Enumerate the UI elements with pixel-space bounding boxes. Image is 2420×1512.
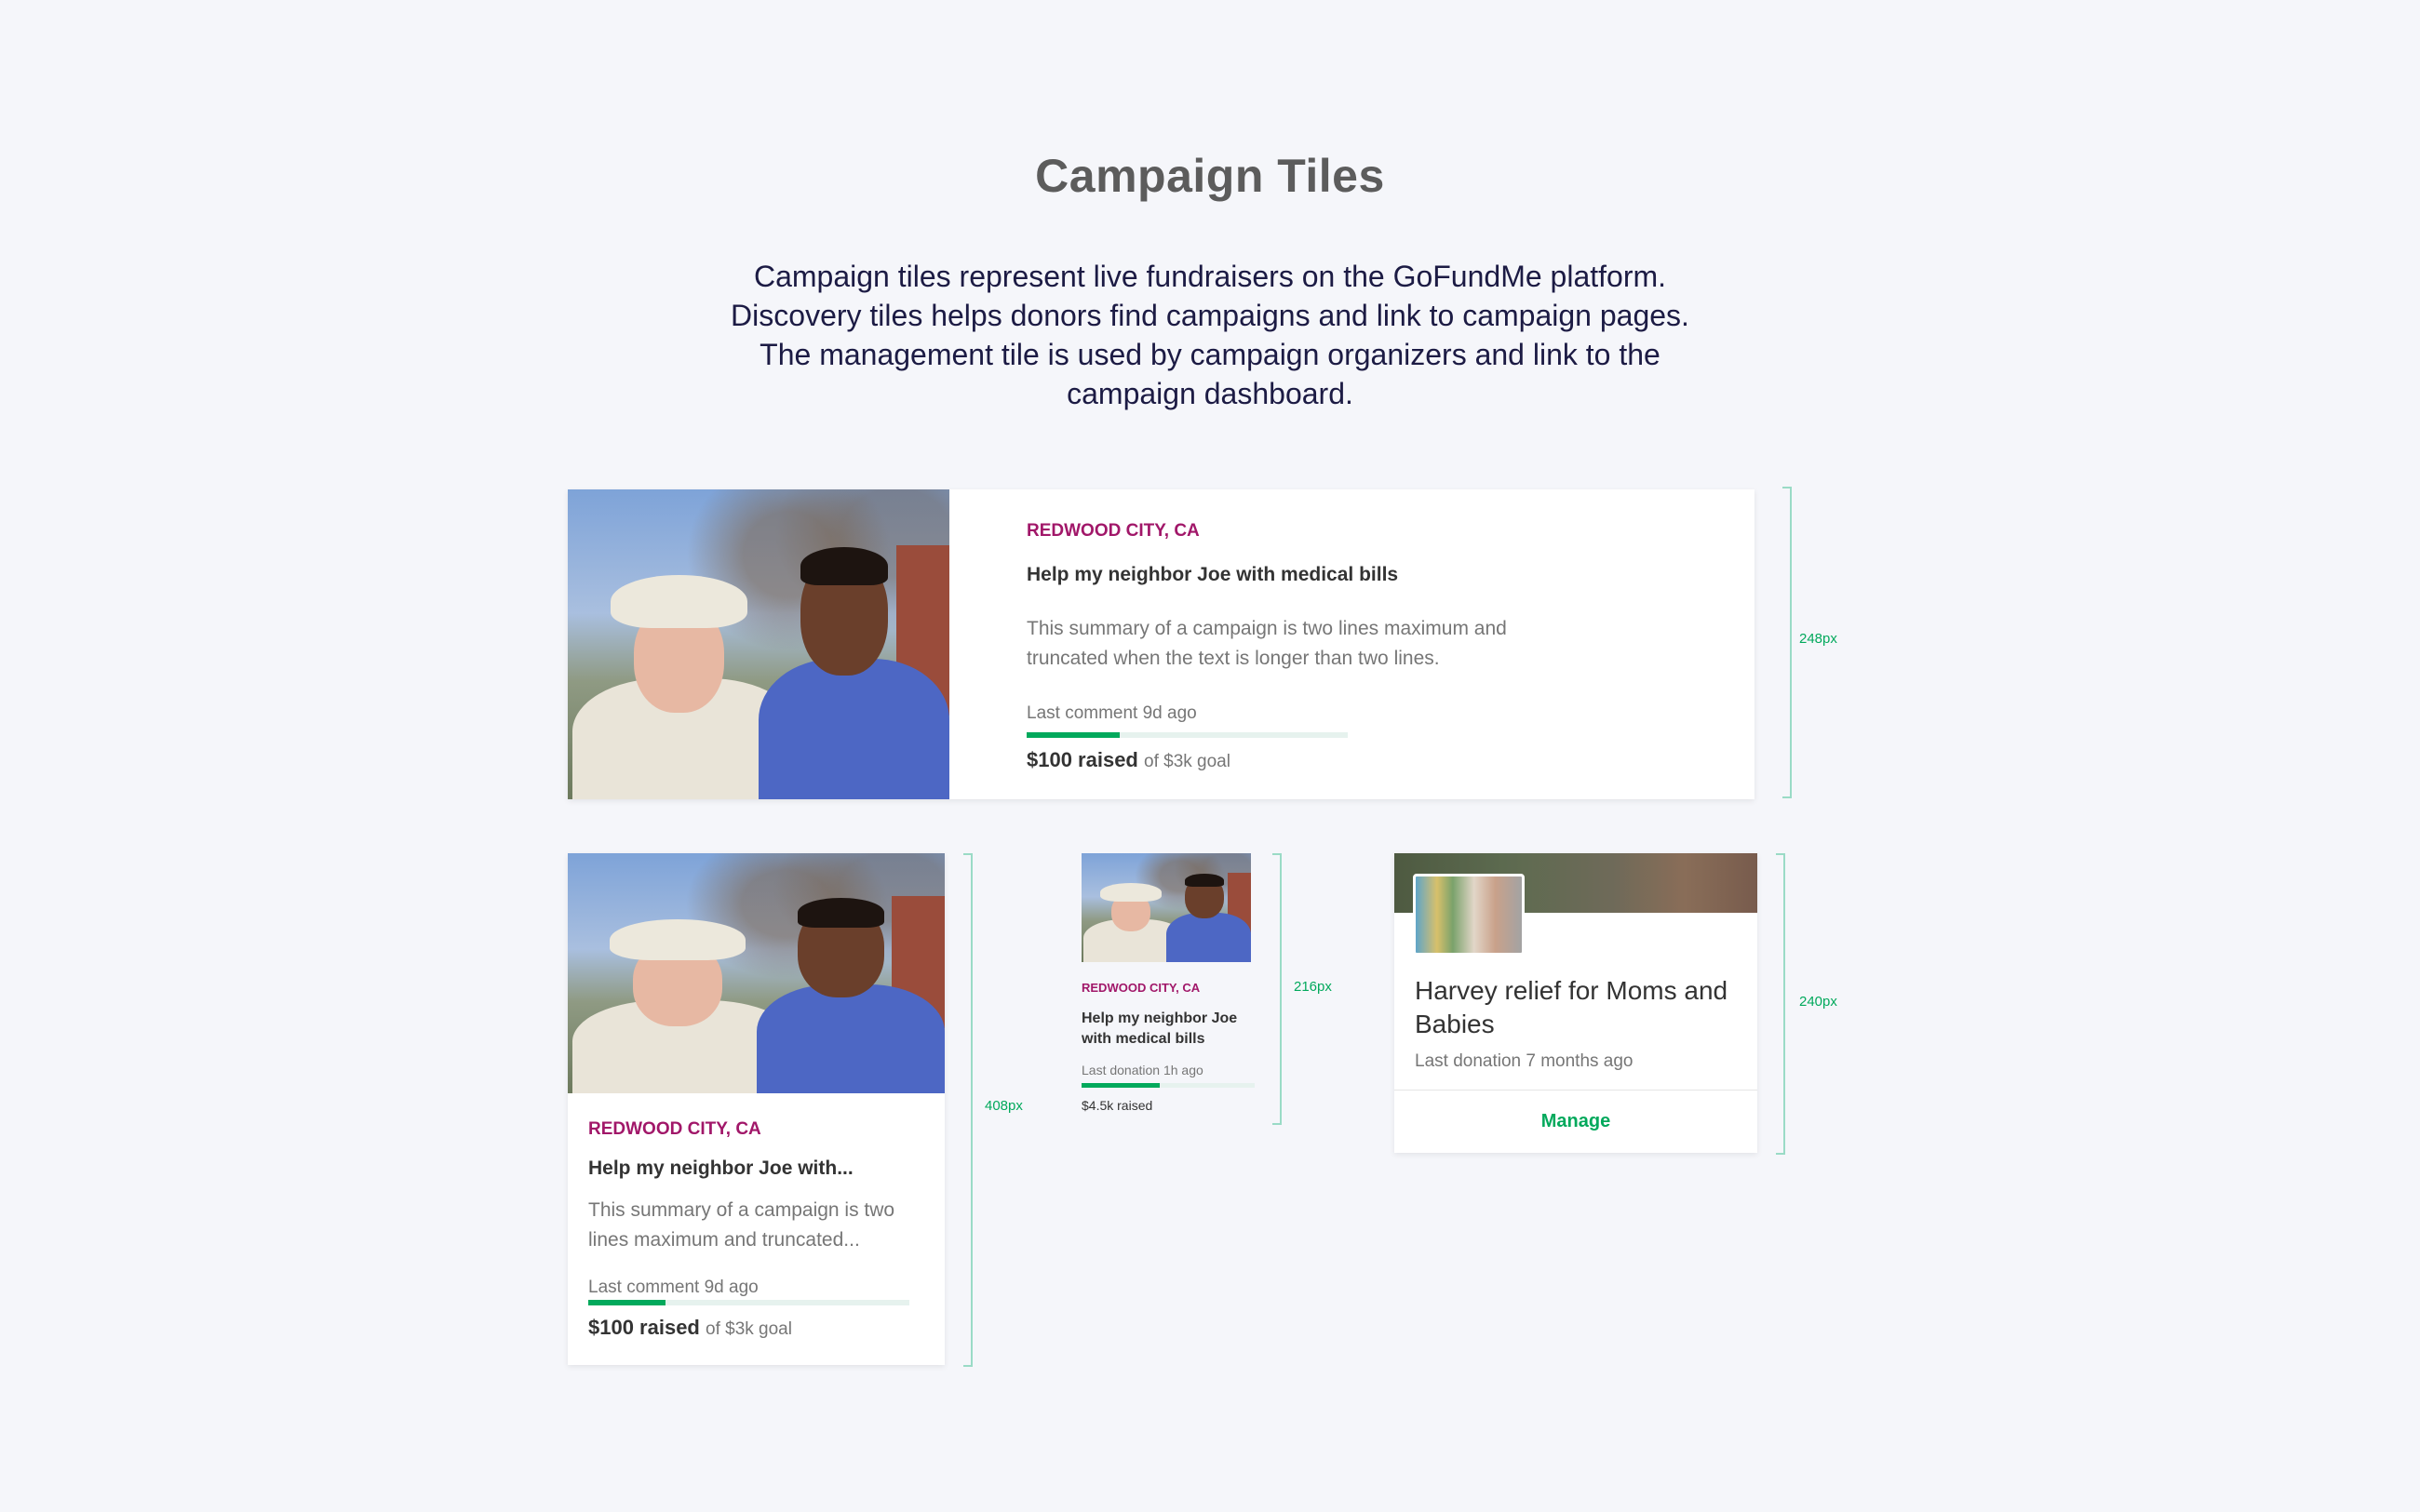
- dimension-label: 248px: [1799, 631, 1837, 647]
- goal-value: of $3k goal: [1144, 752, 1230, 771]
- intro-text: Campaign tiles represent live fundraiser…: [731, 260, 1689, 410]
- raised-amount: $4.5k raised: [1082, 1098, 1153, 1113]
- page-title: Campaign Tiles: [1035, 150, 1385, 202]
- progress-fill: [1082, 1083, 1160, 1088]
- raised-amount: $100 raised of $3k goal: [1027, 748, 1230, 772]
- progress-bar: [1082, 1083, 1255, 1088]
- campaign-tile-small[interactable]: REDWOOD CITY, CA Help my neighbor Joe wi…: [1082, 853, 1255, 1123]
- campaign-photo: [568, 853, 945, 1093]
- campaign-photo: [1082, 853, 1251, 962]
- campaign-tile-medium[interactable]: REDWOOD CITY, CA Help my neighbor Joe wi…: [568, 853, 945, 1365]
- dimension-bracket: [963, 853, 973, 1367]
- campaign-location: REDWOOD CITY, CA: [1027, 521, 1200, 541]
- last-activity: Last comment 9d ago: [588, 1278, 759, 1297]
- progress-fill: [588, 1300, 666, 1305]
- goal-value: of $3k goal: [706, 1319, 792, 1339]
- campaign-title[interactable]: Help my neighbor Joe with...: [588, 1157, 854, 1180]
- campaign-location: REDWOOD CITY, CA: [1082, 981, 1201, 995]
- management-tile[interactable]: Harvey relief for Moms and Babies Last d…: [1394, 853, 1757, 1153]
- last-activity: Last comment 9d ago: [1027, 703, 1197, 723]
- dimension-bracket: [1272, 853, 1282, 1125]
- dimension-label: 240px: [1799, 994, 1837, 1010]
- campaign-title[interactable]: Harvey relief for Moms and Babies: [1415, 974, 1750, 1041]
- dimension-label: 216px: [1294, 979, 1332, 995]
- progress-fill: [1027, 732, 1121, 738]
- last-activity: Last donation 1h ago: [1082, 1063, 1203, 1077]
- campaign-title[interactable]: Help my neighbor Joe with medical bills: [1082, 1009, 1251, 1050]
- raised-amount: $100 raised of $3k goal: [588, 1316, 792, 1340]
- campaign-summary: This summary of a campaign is two lines …: [588, 1199, 895, 1251]
- campaign-summary: This summary of a campaign is two lines …: [1027, 618, 1507, 669]
- dimension-bracket: [1776, 853, 1785, 1155]
- raised-value: $100 raised: [588, 1316, 700, 1339]
- progress-bar: [1027, 732, 1348, 738]
- dimension-label: 408px: [985, 1098, 1023, 1114]
- campaign-tile-large[interactable]: REDWOOD CITY, CA Help my neighbor Joe wi…: [568, 489, 1754, 799]
- dimension-bracket: [1782, 487, 1792, 798]
- progress-bar: [588, 1300, 909, 1305]
- campaign-title[interactable]: Help my neighbor Joe with medical bills: [1027, 564, 1398, 586]
- page: Campaign Tiles Campaign tiles represent …: [0, 0, 2420, 1512]
- last-activity: Last donation 7 months ago: [1415, 1051, 1634, 1071]
- campaign-location: REDWOOD CITY, CA: [588, 1119, 761, 1139]
- raised-value: $100 raised: [1027, 748, 1138, 771]
- manage-button[interactable]: Manage: [1394, 1091, 1757, 1153]
- campaign-photo: [568, 489, 949, 799]
- campaign-thumbnail: [1413, 874, 1525, 956]
